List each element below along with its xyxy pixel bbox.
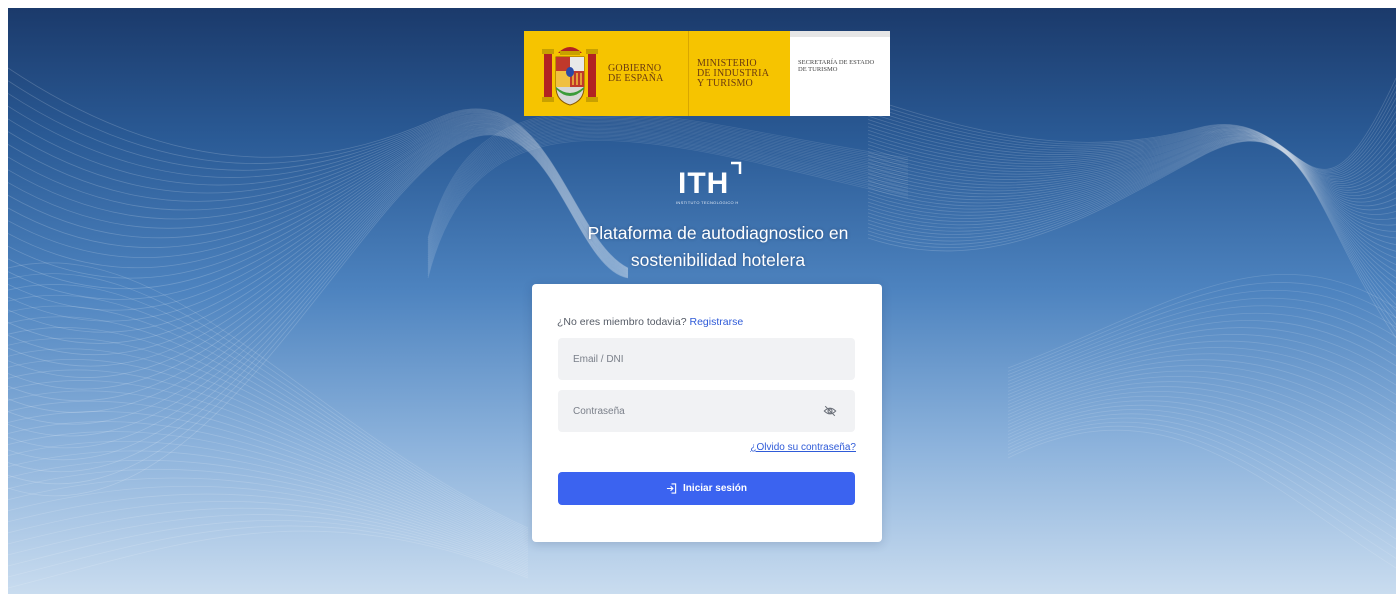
eye-off-icon[interactable] [823,404,837,418]
ministry-name: Ministerio de Industria y Turismo [697,57,785,89]
wave-line [1007,305,1396,382]
wave-line [8,112,629,270]
platform-title-line-2: sostenibilidad hotelera [630,250,806,270]
government-name: Gobierno de España [608,62,688,84]
government-banner: Gobierno de España Ministerio de Industr… [524,31,890,116]
secretary-line-2: de Turismo [798,66,838,73]
government-yellow-block: Gobierno de España Ministerio de Industr… [524,31,790,116]
email-input[interactable] [558,338,855,380]
wave-line [8,459,529,562]
ith-logo: ITH INSTITUTO TECNOLÓGICO HOTELERO [676,161,746,207]
wave-line [1007,413,1396,530]
wave-line [8,115,629,272]
ministry-line-3: y Turismo [697,77,753,89]
wave-line [8,337,529,541]
forgot-password-link[interactable]: ¿Olvido su contraseña? [750,442,856,453]
ith-logo-subtext: INSTITUTO TECNOLÓGICO HOTELERO [676,201,738,205]
wave-line [1007,312,1396,386]
register-prompt-text: ¿No eres miembro todavia? [557,316,687,328]
sign-in-icon [666,483,677,494]
login-card: ¿No eres miembro todavia? Registrarse ¿O… [532,284,882,542]
secretary-block: Secretaría de Estado de Turismo [790,31,890,116]
wave-line [1007,421,1396,550]
wave-line [8,530,529,589]
wave-line [1007,404,1396,511]
register-link[interactable]: Registrarse [689,316,743,328]
login-button[interactable]: Iniciar sesión [558,472,855,505]
government-line-2: de España [608,72,664,84]
wave-line [1007,376,1396,453]
government-separator [688,31,689,116]
wave-line [1007,359,1396,424]
wave-line [8,514,529,574]
wave-line [867,139,1396,305]
wave-line [1007,297,1396,379]
platform-title: Plataforma de autodiagnostico en sosteni… [538,220,898,274]
login-page: Gobierno de España Ministerio de Industr… [8,8,1396,594]
wave-line [1007,353,1396,415]
ministry-line-2: de Industria [697,67,770,79]
ith-corner-mark-icon [731,161,742,174]
wave-line [1007,429,1396,569]
government-line-1: Gobierno [608,62,662,74]
ith-logo-text: ITH [678,167,730,200]
login-button-label: Iniciar sesión [683,483,747,494]
wave-line [8,520,529,575]
platform-title-line-1: Plataforma de autodiagnostico en [587,223,849,243]
coat-of-arms-icon [542,46,598,106]
secretary-line-1: Secretaría de Estado [798,59,875,66]
wave-line [8,369,529,546]
ministry-line-1: Ministerio [697,57,757,69]
register-prompt: ¿No eres miembro todavia? Registrarse [557,316,743,328]
wave-line [867,139,1396,299]
wave-line [8,262,529,529]
wave-line [1007,381,1396,463]
wave-line [867,139,1396,319]
password-input[interactable] [558,390,855,432]
wave-line [867,84,1396,171]
